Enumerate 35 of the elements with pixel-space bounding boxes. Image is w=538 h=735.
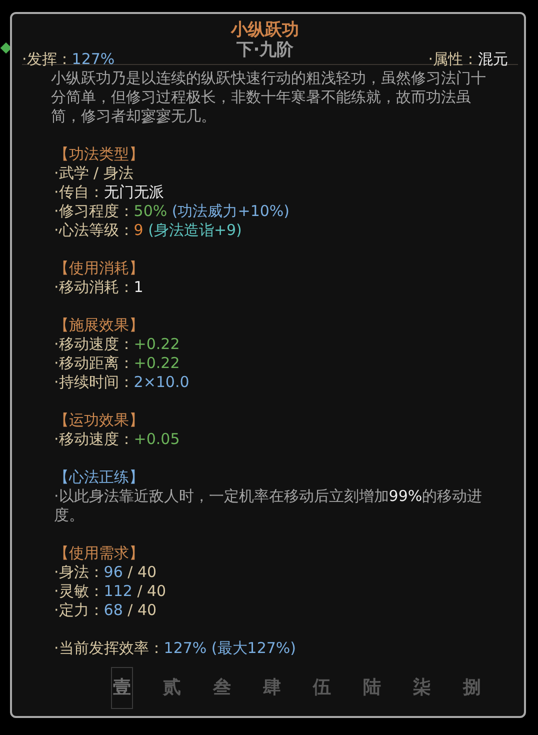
stat-line: ·修习程度：50% (功法威力+10%) <box>54 202 291 221</box>
stat-line: ·移动消耗：1 <box>54 278 144 297</box>
page-tab[interactable]: 陆 <box>362 668 382 708</box>
page-tab[interactable]: 捌 <box>462 668 482 708</box>
page-tab[interactable]: 壹 <box>112 668 132 708</box>
page-tab[interactable]: 伍 <box>312 668 332 708</box>
attribute-label: ·属性： <box>428 50 478 68</box>
section-heading: 【功法类型】 <box>54 145 145 164</box>
section-heading: 【施展效果】 <box>54 316 145 335</box>
performance-label: ·发挥： <box>22 50 72 68</box>
stat-line: ·灵敏：112 / 40 <box>54 582 168 601</box>
stat-line: ·定力：68 / 40 <box>54 601 158 620</box>
section-heading: 【使用需求】 <box>54 544 145 563</box>
stat-line: ·持续时间：2×10.0 <box>54 373 190 392</box>
section-heading: 【运功效果】 <box>54 411 145 430</box>
stat-line: ·当前发挥效率：127% (最大127%) <box>54 639 298 658</box>
skill-grade: 下·九阶 <box>236 40 294 60</box>
stat-line: ·移动速度：+0.05 <box>54 430 181 449</box>
stat-line: ·武学 / 身法 <box>54 164 134 183</box>
stat-line: ·移动速度：+0.22 <box>54 335 181 354</box>
page-tab[interactable]: 贰 <box>162 668 182 708</box>
skill-title: 小纵跃功 <box>230 20 300 40</box>
stat-line: ·传自：无门无派 <box>54 183 165 202</box>
attribute-value: 混元 <box>478 50 508 68</box>
section-heading: 【使用消耗】 <box>54 259 145 278</box>
performance-value: 127% <box>72 50 115 68</box>
description-text: 小纵跃功乃是以连续的纵跃快速行动的粗浅轻功，虽然修习法门十分简单，但修习过程极长，非数十年寒暑不能练就，故而功法虽简，修习者却寥寥无几。 <box>51 69 487 126</box>
page-tab[interactable]: 柒 <box>412 668 432 708</box>
page-tab[interactable]: 肆 <box>262 668 282 708</box>
stat-line: ·移动距离：+0.22 <box>54 354 181 373</box>
page-tab[interactable]: 叁 <box>212 668 232 708</box>
stat-line: ·身法：96 / 40 <box>54 563 158 582</box>
stat-line: ·心法等级：9 (身法造诣+9) <box>54 221 243 240</box>
stat-line: ·以此身法靠近敌人时，一定机率在移动后立刻增加99%的移动进度。 <box>54 487 484 525</box>
section-heading: 【心法正练】 <box>54 468 145 487</box>
